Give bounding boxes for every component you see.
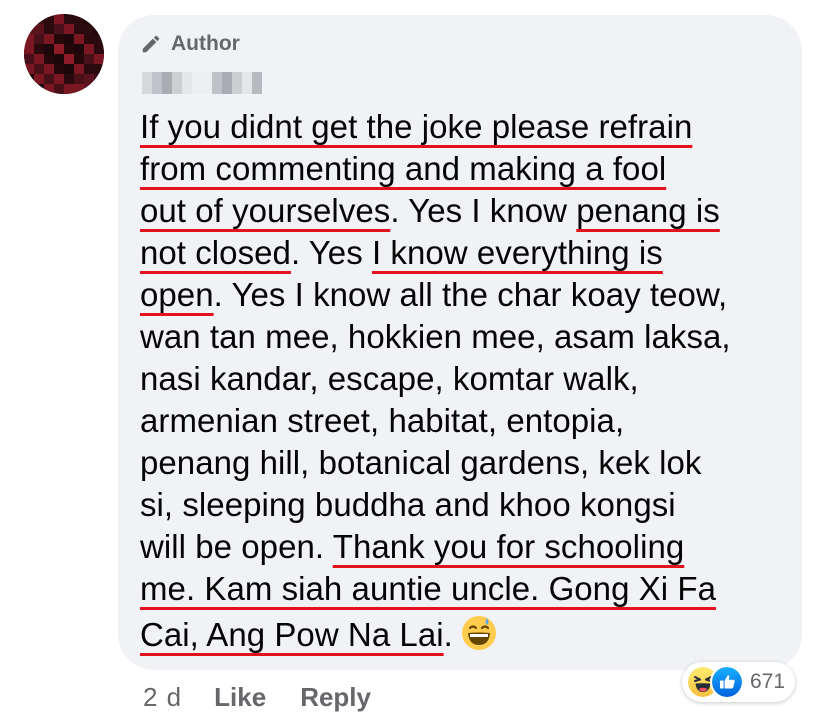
reply-button[interactable]: Reply (300, 682, 371, 713)
like-button[interactable]: Like (214, 682, 266, 713)
comment-line: will be open. Thank you for schooling (140, 526, 790, 568)
text-segment: . Yes (290, 234, 372, 271)
text-segment: . Yes I know all the char koay teow, (213, 276, 728, 313)
comment-line: penang hill, botanical gardens, kek lok (140, 442, 790, 484)
thumbs-up-icon (710, 665, 744, 699)
text-segment: armenian street, habitat, entopia, (140, 402, 625, 439)
comment-line: nasi kandar, escape, komtar walk, (140, 358, 790, 400)
comment-timestamp[interactable]: 2 d (143, 682, 182, 713)
underlined-phrase: penang is (576, 192, 720, 229)
pencil-icon (142, 35, 160, 53)
underlined-phrase: not closed (140, 234, 291, 271)
text-segment: wan tan mee, hokkien mee, asam laksa, (140, 318, 731, 355)
underlined-phrase: out of yourselves (140, 192, 391, 229)
comment-line: If you didnt get the joke please refrain (140, 106, 790, 148)
author-badge: Author (140, 30, 240, 58)
author-badge-label: Author (171, 32, 240, 55)
text-segment: will be open. (140, 528, 333, 565)
underlined-phrase: open (140, 276, 214, 313)
underlined-phrase: from commenting and making a fool (140, 150, 667, 187)
commenter-name-redacted[interactable] (142, 72, 262, 94)
reactions-summary[interactable]: 671 (682, 662, 796, 702)
comment-line: Cai, Ang Pow Na Lai. (140, 614, 790, 656)
comment-line: wan tan mee, hokkien mee, asam laksa, (140, 316, 790, 358)
comment-line: me. Kam siah auntie uncle. Gong Xi Fa (140, 568, 790, 610)
underlined-phrase: Thank you for schooling (332, 528, 685, 565)
underlined-phrase: I know everything is (371, 234, 663, 271)
comment-line: armenian street, habitat, entopia, (140, 400, 790, 442)
comment-line: out of yourselves. Yes I know penang is (140, 190, 790, 232)
comment-line: not closed. Yes I know everything is (140, 232, 790, 274)
avatar-pixelation (24, 14, 104, 94)
text-segment: . (443, 616, 453, 653)
text-segment: nasi kandar, escape, komtar walk, (140, 360, 639, 397)
comment-line: open. Yes I know all the char koay teow, (140, 274, 790, 316)
underlined-phrase: If you didnt get the joke please refrain (140, 108, 693, 145)
comment-line: si, sleeping buddha and khoo kongsi (140, 484, 790, 526)
reaction-count: 671 (750, 670, 786, 693)
underlined-phrase: Cai, Ang Pow Na Lai (140, 616, 444, 653)
text-segment: penang hill, botanical gardens, kek lok (140, 444, 702, 481)
comment-text: If you didnt get the joke please refrain… (140, 106, 790, 656)
grinning-sweat-emoji (461, 616, 496, 650)
commenter-avatar[interactable] (24, 14, 104, 94)
comment-actions: 2 d Like Reply (143, 680, 371, 714)
comment-line: from commenting and making a fool (140, 148, 790, 190)
text-segment: si, sleeping buddha and khoo kongsi (140, 486, 676, 523)
text-segment: . Yes I know (390, 192, 577, 229)
underlined-phrase: me. Kam siah auntie uncle. Gong Xi Fa (140, 570, 716, 607)
